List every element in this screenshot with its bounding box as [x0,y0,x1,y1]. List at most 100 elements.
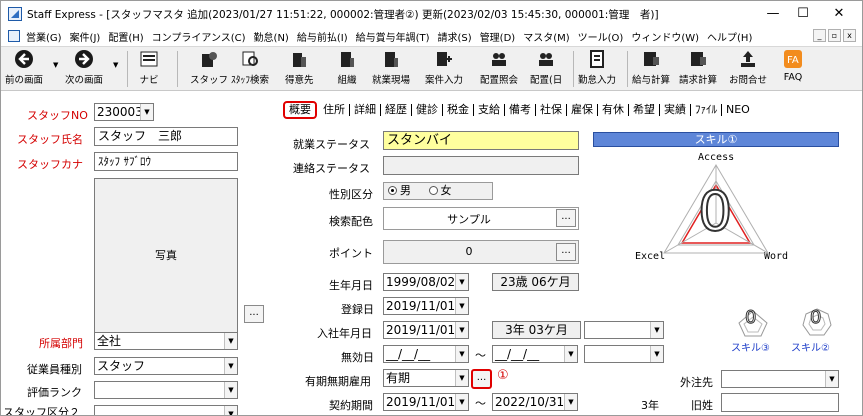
tab-payment[interactable]: 支給 [474,104,505,116]
tab-detail[interactable]: 詳細 [350,104,381,116]
mdi-close-button[interactable]: x [843,29,856,42]
tab-notes[interactable]: 備考 [505,104,536,116]
next-screen-button[interactable]: 次の画面 [65,49,103,86]
work-status-input[interactable]: スタンバイ [383,131,579,150]
chevron-down-icon[interactable]: ▼ [224,382,237,398]
toolbar-placement-daily-button[interactable]: 配置(日 [530,49,562,86]
toolbar-placement-inquiry-button[interactable]: 配置照会 [480,49,518,86]
navi-button[interactable]: ナビ [139,49,159,86]
staff-name-input[interactable]: スタッフ 三郎 [94,127,238,146]
menu-payroll[interactable]: 給与賞与年調(T) [356,29,430,44]
close-button[interactable]: ✕ [816,1,862,27]
menu-placement[interactable]: 配置(H) [108,29,143,44]
tab-health[interactable]: 健診 [412,104,443,116]
menu-sales[interactable]: 営業(G) [26,29,62,44]
hire-date-select[interactable]: 2019/11/01 ▼ [383,321,469,339]
chevron-down-icon[interactable]: ▼ [455,346,468,362]
menu-tools[interactable]: ツール(O) [578,29,624,44]
outsource-select[interactable]: ▼ [721,370,839,388]
toolbar-worksite-button[interactable]: 就業現場 [372,49,410,86]
arrow-right-icon [75,50,93,68]
menu-compliance[interactable]: コンプライアンス(C) [152,29,246,44]
chevron-down-icon[interactable]: ▼ [140,104,153,120]
staff-kana-input[interactable]: ｽﾀｯﾌ ｻﾌﾞﾛｳ [94,152,238,171]
chevron-down-icon[interactable]: ▼ [224,358,237,374]
gender-male-radio[interactable]: 男 [388,184,411,197]
toolbar-staff-button[interactable]: スタッフ [190,49,228,86]
toolbar-staff-search-button[interactable]: ｽﾀｯﾌ検索 [231,49,269,86]
chevron-down-icon[interactable]: ▼ [564,394,577,410]
chevron-down-icon[interactable]: ▼ [455,322,468,338]
chevron-down-icon[interactable]: ▼ [455,370,468,386]
toolbar-faq-button[interactable]: FA FAQ [783,49,803,83]
menu-window[interactable]: ウィンドウ(W) [631,29,699,44]
prev-screen-button[interactable]: 前の画面 [5,49,43,86]
skill-2-label[interactable]: スキル② [791,339,830,354]
tab-social-insurance[interactable]: 社保 [536,104,567,116]
staff-no-select[interactable]: 230003 ▼ [94,103,154,121]
menu-billing[interactable]: 請求(S) [438,29,472,44]
chevron-down-icon[interactable]: ▼ [224,333,237,349]
chevron-down-icon[interactable]: ▼ [825,371,838,387]
search-color-button[interactable]: ... [556,209,576,227]
invalid-extra-select[interactable]: ▼ [584,345,664,363]
contract-range-tilde: ～ [475,397,486,410]
mdi-restore-button[interactable]: ▫ [828,29,841,42]
menu-master[interactable]: マスタ(M) [523,29,569,44]
term-type-select[interactable]: 有期 ▼ [383,369,469,387]
chevron-down-icon[interactable]: ▼ [224,406,237,415]
tab-tax[interactable]: 税金 [443,104,474,116]
old-name-input[interactable] [721,393,839,412]
photo-area[interactable]: 写真 [94,178,238,333]
gender-female-radio[interactable]: 女 [428,184,452,197]
term-type-button[interactable]: ... [471,369,492,389]
emp-type-select[interactable]: スタッフ ▼ [94,357,238,375]
point-button[interactable]: ... [556,243,576,261]
toolbar-case-entry-button[interactable]: 案件入力 [425,49,463,86]
tab-history[interactable]: 経歴 [381,104,412,116]
toolbar-client-button[interactable]: 得意先 [285,49,314,86]
photo-browse-button[interactable]: ... [244,305,264,323]
tab-wishes[interactable]: 希望 [629,104,660,116]
menu-prepay[interactable]: 給与前払(I) [297,29,348,44]
chevron-down-icon[interactable]: ▼ [455,394,468,410]
toolbar-billing-calc-button[interactable]: 請求計算 [679,49,717,86]
invalid-to-select[interactable]: __/__/__ ▼ [492,345,578,363]
rank-select[interactable]: ▼ [94,381,238,399]
toolbar-org-button[interactable]: 組織 [337,49,357,86]
tab-neo[interactable]: NEO [722,104,754,116]
next-dropdown-icon[interactable]: ▼ [113,61,118,69]
staff-class-select[interactable]: ▼ [94,405,238,415]
mdi-minimize-button[interactable]: _ [813,29,826,42]
contract-from-select[interactable]: 2019/11/01 ▼ [383,393,469,411]
skill-3-label[interactable]: スキル③ [731,339,770,354]
tab-employment-insurance[interactable]: 雇保 [567,104,598,116]
toolbar-inquiry-button[interactable]: お問合せ [729,49,767,86]
tab-results[interactable]: 実績 [660,104,691,116]
chevron-down-icon[interactable]: ▼ [455,274,468,290]
prev-dropdown-icon[interactable]: ▼ [53,61,58,69]
menu-help[interactable]: ヘルプ(H) [707,29,752,44]
radio-unchecked-icon [428,186,438,195]
chevron-down-icon[interactable]: ▼ [650,346,663,362]
chevron-down-icon[interactable]: ▼ [650,322,663,338]
skill-1-header[interactable]: スキル① [593,132,839,147]
invalid-from-select[interactable]: __/__/__ ▼ [383,345,469,363]
chevron-down-icon[interactable]: ▼ [564,346,577,362]
chevron-down-icon[interactable]: ▼ [455,298,468,314]
menu-attendance[interactable]: 勤怠(N) [254,29,289,44]
menu-case[interactable]: 案件(J) [70,29,101,44]
tab-files[interactable]: ﾌｧｲﾙ [691,104,722,116]
tab-overview[interactable]: 概要 [283,101,317,119]
birth-date-select[interactable]: 1999/08/02 ▼ [383,273,469,291]
tab-address[interactable]: 住所 [319,104,350,116]
reg-date-select[interactable]: 2019/11/01 ▼ [383,297,469,315]
menu-admin[interactable]: 管理(D) [480,29,516,44]
toolbar-attendance-entry-button[interactable]: 勤怠入力 [578,49,616,86]
dept-select[interactable]: 全社 ▼ [94,332,238,350]
hire-extra-select[interactable]: ▼ [584,321,664,339]
toolbar-payroll-calc-button[interactable]: 給与計算 [632,49,670,86]
contract-to-select[interactable]: 2022/10/31 ▼ [492,393,578,411]
tab-paid-leave[interactable]: 有休 [598,104,629,116]
contact-status-input[interactable] [383,156,579,175]
